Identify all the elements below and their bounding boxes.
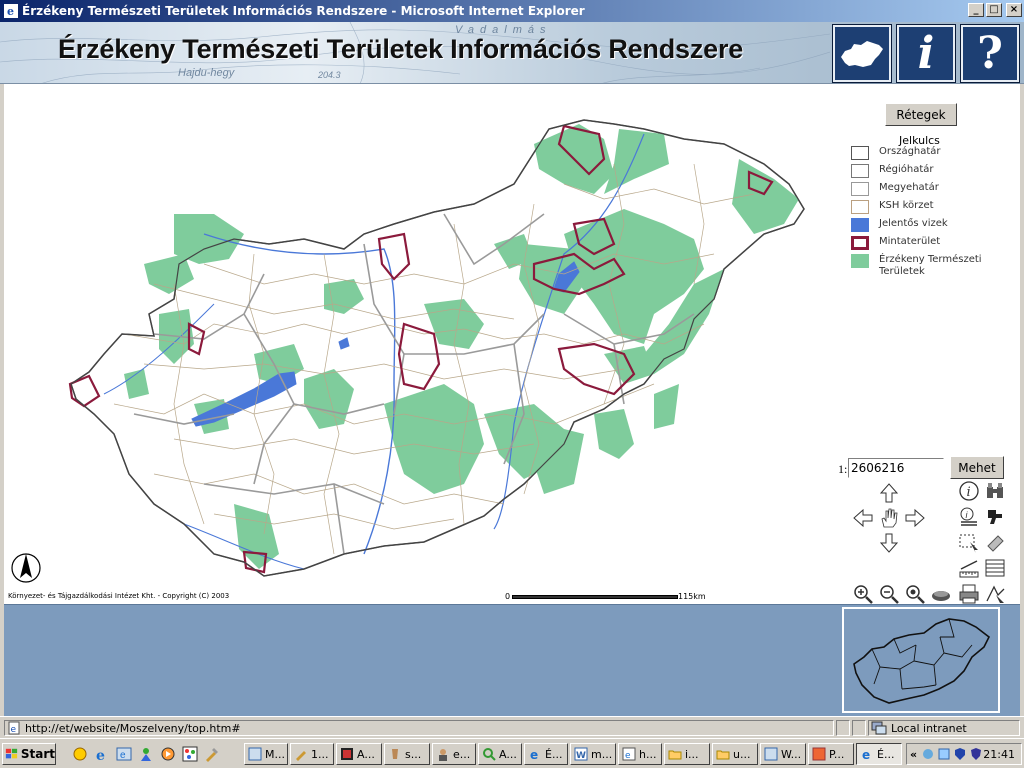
sync-tray-icon[interactable] <box>937 747 951 761</box>
scale-prefix: 1: <box>838 462 848 476</box>
svg-text:e: e <box>530 748 538 761</box>
taskbar-task[interactable]: e h... <box>618 743 662 765</box>
zoom-layer-icon[interactable] <box>930 583 952 604</box>
table-list-icon[interactable] <box>984 557 1006 579</box>
minimize-button[interactable]: _ <box>968 3 984 17</box>
overview-map-drawing <box>853 618 991 704</box>
intranet-zone-icon <box>871 721 887 735</box>
shield-tray-icon[interactable] <box>969 747 983 761</box>
clock: 21:41 <box>983 748 1015 761</box>
quicklaunch-tool-icon[interactable] <box>204 746 220 762</box>
taskbar-task[interactable]: M... <box>244 743 288 765</box>
quicklaunch-outlook-icon[interactable] <box>72 746 88 762</box>
measure-ruler-icon[interactable] <box>958 557 980 579</box>
system-tray: « 21:41 <box>906 743 1022 765</box>
hungary-map-button[interactable] <box>832 24 892 83</box>
ie-icon: e <box>4 4 18 18</box>
pan-left-icon[interactable] <box>852 507 874 529</box>
taskbar-task[interactable]: A... <box>478 743 522 765</box>
zoom-full-icon[interactable] <box>904 583 926 604</box>
print-icon[interactable] <box>958 583 980 604</box>
maximize-button[interactable]: □ <box>986 3 1002 17</box>
legend-item: Országhatár <box>851 146 941 160</box>
legend-item: Megyehatár <box>851 182 939 196</box>
close-button[interactable]: × <box>1006 3 1022 17</box>
windows-logo-icon <box>5 748 18 759</box>
quicklaunch-ie-icon[interactable]: e <box>94 746 110 762</box>
zoom-in-icon[interactable] <box>852 583 874 604</box>
quicklaunch-media-icon[interactable] <box>160 746 176 762</box>
scalebar-start-label: 0 <box>505 592 511 601</box>
page-title: Érzékeny Természeti Területek Információ… <box>58 34 744 64</box>
window-title-bar[interactable]: e Érzékeny Természeti Területek Informác… <box>0 0 1024 22</box>
identify-info-icon[interactable]: i <box>958 480 980 502</box>
eraser-clear-icon[interactable] <box>984 532 1006 554</box>
overview-map[interactable] <box>842 607 1000 713</box>
svg-text:W: W <box>576 751 586 761</box>
pan-up-icon[interactable] <box>878 482 900 504</box>
network-tray-icon[interactable] <box>921 747 935 761</box>
page-icon: e <box>8 721 20 735</box>
tray-expand-button[interactable]: « <box>910 748 917 761</box>
zoom-out-icon[interactable] <box>878 583 900 604</box>
select-rectangle-icon[interactable] <box>958 532 980 554</box>
taskbar-task-active[interactable]: e É... <box>856 743 902 765</box>
taskbar-task[interactable]: e... <box>432 743 476 765</box>
quicklaunch-paint-icon[interactable] <box>182 746 198 762</box>
scale-input[interactable] <box>848 458 944 478</box>
hungary-shape-icon <box>841 40 883 67</box>
taskbar-task[interactable]: Wm... <box>570 743 616 765</box>
svg-text:e: e <box>120 750 126 761</box>
taskbar-task[interactable]: A... <box>336 743 382 765</box>
pan-hand-icon[interactable] <box>878 507 900 529</box>
svg-text:e: e <box>7 5 14 18</box>
svg-text:e: e <box>862 748 870 761</box>
window-title: Érzékeny Természeti Területek Információ… <box>22 4 585 18</box>
taskbar-task[interactable]: u... <box>712 743 758 765</box>
scalebar <box>512 595 678 599</box>
select-buffer-icon[interactable] <box>984 583 1006 604</box>
banner-map-label: Hajdu-hegy <box>178 67 235 79</box>
svg-text:e: e <box>96 748 105 762</box>
map-page: Környezet- és Tájgazdálkodási Intézet Kh… <box>4 84 1020 604</box>
quicklaunch-messenger-icon[interactable] <box>138 746 154 762</box>
legend-item: KSH körzet <box>851 200 934 214</box>
taskbar-task[interactable]: W... <box>760 743 806 765</box>
taskbar-task[interactable]: 1... <box>290 743 334 765</box>
taskbar: Start e e M... 1... A... s... e... A... … <box>0 738 1024 768</box>
copyright-text: Környezet- és Tájgazdálkodási Intézet Kh… <box>8 592 230 600</box>
svg-text:e: e <box>11 725 17 735</box>
legend-item: Régióhatár <box>851 164 934 178</box>
taskbar-task[interactable]: s... <box>384 743 430 765</box>
taskbar-task[interactable]: e É... <box>524 743 568 765</box>
start-button[interactable]: Start <box>2 743 56 765</box>
legend-item: Érzékeny Természeti Területek <box>851 254 999 278</box>
antivirus-tray-icon[interactable] <box>953 747 967 761</box>
taskbar-task[interactable]: P... <box>808 743 854 765</box>
go-button[interactable]: Mehet <box>950 456 1004 479</box>
pan-down-icon[interactable] <box>878 532 900 554</box>
taskbar-task[interactable]: i... <box>664 743 710 765</box>
layer-info-icon[interactable]: i <box>958 506 980 528</box>
help-button[interactable]: ? <box>960 24 1020 83</box>
header-banner: Vadalmás Hajdu-hegy 204.3 Érzékeny Termé… <box>0 22 1024 84</box>
legend-item: Mintaterület <box>851 236 940 250</box>
quicklaunch-ie2-icon[interactable]: e <box>116 746 132 762</box>
status-bar: e http://et/website/Moszelveny/top.htm# … <box>0 716 1024 738</box>
layers-button[interactable]: Rétegek <box>885 103 957 126</box>
north-arrow-icon <box>11 553 41 583</box>
legend-item: Jelentős vizek <box>851 218 948 232</box>
banner-map-label: 204.3 <box>318 70 341 80</box>
svg-text:i: i <box>967 485 971 500</box>
status-url: e http://et/website/Moszelveny/top.htm# <box>4 720 834 736</box>
security-zone: Local intranet <box>868 720 1020 736</box>
info-button[interactable]: i <box>896 24 956 83</box>
scalebar-end-label: 115km <box>678 592 706 601</box>
hyperlink-tool-icon[interactable] <box>984 506 1006 528</box>
pan-right-icon[interactable] <box>904 507 926 529</box>
binoculars-icon[interactable] <box>984 480 1006 502</box>
bottom-panel <box>4 604 1020 716</box>
svg-text:e: e <box>625 751 631 761</box>
hungary-map[interactable] <box>4 84 844 594</box>
